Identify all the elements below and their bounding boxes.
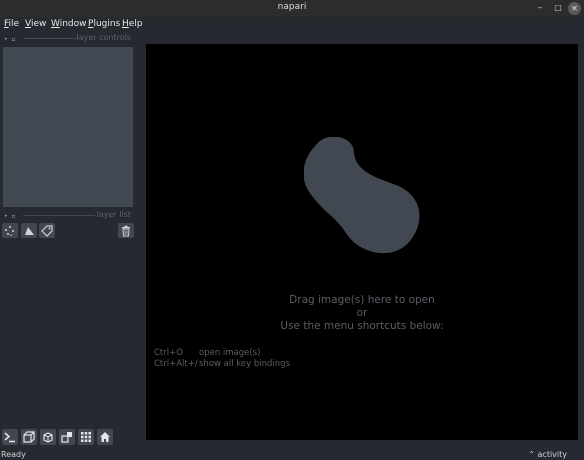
roll-icon — [43, 432, 53, 443]
dock-float-icon[interactable]: • ▫ — [4, 213, 17, 220]
home-icon — [100, 432, 110, 442]
menu-help[interactable]: Help — [122, 19, 143, 29]
shortcut-desc-open: open image(s) — [199, 348, 261, 358]
grid-button[interactable] — [78, 429, 94, 445]
roll-button[interactable] — [40, 429, 56, 445]
layer-controls-title: layer controls — [76, 33, 131, 42]
layer-controls-header[interactable]: • ▫ layer controls — [3, 33, 133, 43]
new-labels-button[interactable] — [39, 223, 55, 238]
napari-logo-icon — [304, 137, 420, 254]
close-button[interactable]: ✕ — [568, 2, 581, 15]
console-icon — [4, 432, 15, 443]
menu-window[interactable]: Window — [51, 19, 87, 29]
maximize-button[interactable]: □ — [550, 1, 566, 15]
dock-drag-handle[interactable] — [23, 38, 78, 39]
viewer-canvas[interactable]: Drag image(s) here to open or Use the me… — [146, 44, 578, 440]
layer-list-header[interactable]: • ▫ layer list — [3, 210, 133, 220]
viewer-buttons — [2, 429, 142, 445]
welcome-line-2: or — [356, 307, 368, 319]
new-points-button[interactable] — [2, 223, 18, 238]
new-points-icon — [5, 226, 14, 236]
window-title: napari — [277, 2, 307, 12]
new-labels-icon — [41, 225, 53, 237]
transpose-button[interactable] — [59, 429, 75, 445]
ndisplay-button[interactable] — [21, 429, 37, 445]
ndisplay-icon — [23, 431, 35, 443]
shortcut-desc-bindings: show all key bindings — [199, 359, 290, 369]
transpose-icon — [61, 432, 72, 443]
dock-drag-handle[interactable] — [23, 215, 95, 216]
activity-toggle[interactable]: ⌃ activity — [528, 450, 567, 459]
welcome-line-3: Use the menu shortcuts below: — [280, 320, 444, 332]
menu-view[interactable]: View — [25, 19, 46, 29]
shortcut-key-open: Ctrl+O — [154, 348, 183, 358]
new-shapes-button[interactable] — [21, 223, 37, 238]
layer-list-title: layer list — [96, 210, 131, 219]
menu-file[interactable]: File — [4, 19, 19, 29]
new-shapes-icon — [25, 227, 34, 235]
grid-icon — [81, 432, 91, 442]
menu-plugins[interactable]: Plugins — [88, 19, 120, 29]
menu-bar: File View Window Plugins Help — [0, 17, 584, 32]
shortcut-key-bindings: Ctrl+Alt+/ — [154, 359, 198, 369]
layer-buttons — [2, 223, 134, 239]
status-text: Ready — [1, 450, 26, 459]
delete-layer-icon — [122, 225, 130, 237]
delete-layer-button[interactable] — [118, 223, 134, 238]
minimize-button[interactable]: ‒ — [532, 1, 548, 15]
layer-controls-panel — [3, 47, 133, 207]
home-button[interactable] — [97, 429, 113, 445]
dock-float-icon[interactable]: • ▫ — [4, 36, 17, 43]
title-bar: napari ‒ □ ✕ — [0, 0, 584, 17]
welcome-line-1: Drag image(s) here to open — [289, 294, 435, 306]
console-button[interactable] — [2, 429, 18, 445]
status-bar: Ready ⌃ activity — [0, 450, 584, 460]
